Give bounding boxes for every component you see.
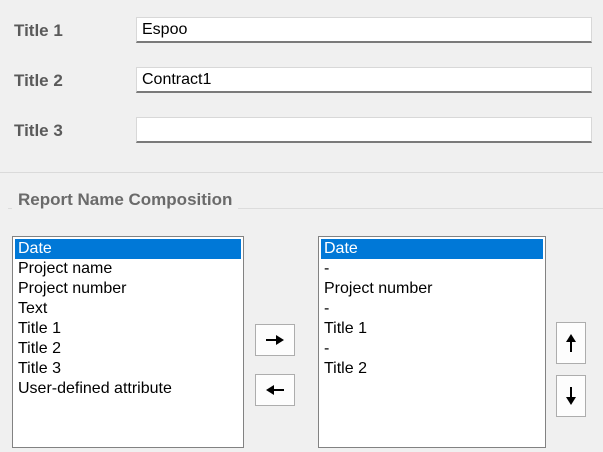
- list-item[interactable]: Date: [15, 239, 241, 259]
- title-3-label: Title 3: [14, 121, 63, 140]
- title-1-input[interactable]: [136, 17, 592, 43]
- arrow-up-icon: [566, 333, 576, 353]
- arrow-left-icon: [265, 385, 285, 395]
- title-3-input[interactable]: [136, 117, 592, 143]
- section-divider: [0, 172, 603, 173]
- list-item[interactable]: Project number: [15, 279, 241, 299]
- list-item[interactable]: -: [321, 339, 543, 359]
- title-2-label: Title 2: [14, 71, 63, 90]
- add-item-button[interactable]: [255, 324, 295, 356]
- report-name-composition-title: Report Name Composition: [12, 190, 239, 210]
- move-down-button[interactable]: [556, 375, 586, 417]
- title-1-label: Title 1: [14, 21, 63, 40]
- list-item[interactable]: Title 3: [15, 359, 241, 379]
- list-item[interactable]: Title 2: [15, 339, 241, 359]
- list-item[interactable]: Text: [15, 299, 241, 319]
- move-up-button[interactable]: [556, 322, 586, 364]
- selected-items-list[interactable]: Date - Project number - Title 1- Title 2: [318, 236, 546, 448]
- list-item[interactable]: Title 1: [15, 319, 241, 339]
- list-item[interactable]: Title 2: [321, 359, 543, 379]
- list-item[interactable]: User-defined attribute: [15, 379, 241, 399]
- list-item[interactable]: Project name: [15, 259, 241, 279]
- list-item[interactable]: Date: [321, 239, 543, 259]
- arrow-down-icon: [566, 386, 576, 406]
- title-2-input[interactable]: [136, 67, 592, 93]
- available-items-list[interactable]: Date Project name Project number Text Title …: [12, 236, 244, 448]
- list-item[interactable]: Project number: [321, 279, 543, 299]
- list-item[interactable]: -: [321, 259, 543, 279]
- list-item[interactable]: Title 1: [321, 319, 543, 339]
- arrow-right-icon: [265, 335, 285, 345]
- list-item[interactable]: -: [321, 299, 543, 319]
- remove-item-button[interactable]: [255, 374, 295, 406]
